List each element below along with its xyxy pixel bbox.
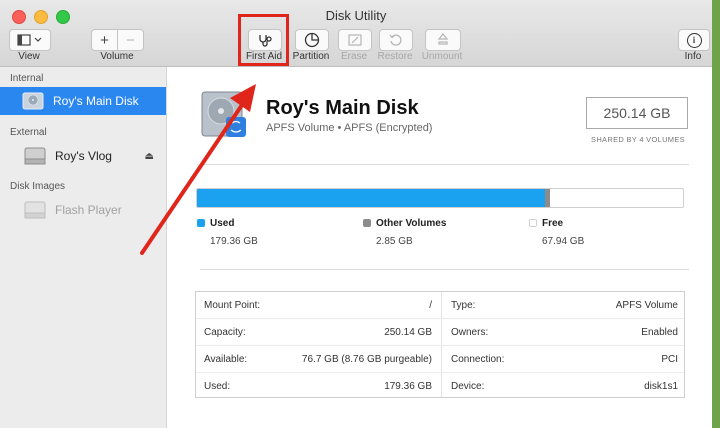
legend-used-swatch — [197, 219, 205, 227]
sidebar-item-roys-main-disk[interactable]: Roy's Main Disk — [0, 87, 166, 115]
usage-bar-other — [545, 189, 550, 207]
window-title: Disk Utility — [325, 8, 387, 23]
erase-label: Erase — [340, 51, 368, 62]
unmount-icon — [437, 33, 449, 45]
restore-icon — [389, 34, 402, 46]
add-volume-button[interactable]: + — [91, 29, 118, 51]
sidebar-item-label: Roy's Main Disk — [53, 94, 139, 108]
info-key-type: Type: — [451, 300, 476, 311]
toolbar: Disk Utility View + − Volume First Aid P… — [0, 0, 712, 67]
legend-other-value: 2.85 GB — [376, 236, 413, 247]
sidebar-header-internal: Internal — [10, 73, 44, 84]
pie-partition-icon — [304, 32, 320, 48]
info-value-type: APFS Volume — [615, 300, 678, 311]
info-key-connection: Connection: — [451, 354, 505, 365]
main-panel: Roy's Main Disk APFS Volume • APFS (Encr… — [167, 67, 712, 428]
sidebar-header-external: External — [10, 127, 47, 138]
info-table: Mount Point: / Capacity: 250.14 GB Avail… — [195, 291, 685, 398]
info-value-mount-point: / — [429, 300, 432, 311]
info-key-available: Available: — [204, 354, 248, 365]
info-key-capacity: Capacity: — [204, 327, 246, 338]
info-key-used: Used: — [204, 381, 231, 392]
restore-button[interactable] — [379, 29, 413, 51]
disk-subtitle: APFS Volume • APFS (Encrypted) — [266, 122, 433, 134]
sidebar-item-flash-player[interactable]: Flash Player — [0, 196, 166, 224]
internal-hard-disk-icon — [201, 91, 246, 137]
row-divider — [196, 372, 684, 373]
divider — [200, 269, 689, 270]
info-key-mount-point: Mount Point: — [204, 300, 261, 311]
legend-free-label: Free — [542, 218, 564, 229]
sidebar-header-disk-images: Disk Images — [10, 181, 66, 192]
unmount-label: Unmount — [421, 51, 463, 62]
view-label: View — [18, 51, 40, 62]
info-value-owners: Enabled — [641, 327, 678, 338]
partition-label: Partition — [292, 51, 330, 62]
restore-label: Restore — [377, 51, 413, 62]
row-divider — [196, 345, 684, 346]
info-value-capacity: 250.14 GB — [384, 327, 432, 338]
info-value-available: 76.7 GB (8.76 GB purgeable) — [301, 354, 432, 365]
legend-other-label: Other Volumes — [376, 218, 447, 229]
usage-bar — [196, 188, 684, 208]
eject-icon[interactable]: ⏏ — [145, 151, 154, 162]
view-button[interactable] — [9, 29, 51, 51]
row-divider — [196, 318, 684, 319]
usage-bar-used — [197, 189, 545, 207]
legend-used-label: Used — [210, 218, 235, 229]
internal-disk-icon — [22, 92, 44, 110]
disk-image-icon — [24, 201, 46, 219]
sidebar-item-label: Flash Player — [55, 203, 122, 217]
first-aid-highlight-box — [238, 14, 289, 66]
desktop-background — [712, 0, 720, 428]
plus-icon: + — [100, 31, 109, 49]
info-value-device: disk1s1 — [644, 381, 678, 392]
sidebar-view-icon — [17, 34, 42, 46]
info-button[interactable]: i — [678, 29, 710, 51]
divider — [200, 164, 689, 165]
info-key-owners: Owners: — [451, 327, 489, 338]
capacity-box: 250.14 GB — [586, 97, 688, 129]
legend-other-swatch — [363, 219, 371, 227]
info-label: Info — [684, 51, 702, 62]
external-disk-icon — [24, 147, 46, 165]
legend-used-value: 179.36 GB — [210, 236, 258, 247]
legend-free-swatch — [529, 219, 537, 227]
shared-volumes-note: SHARED BY 4 VOLUMES — [591, 135, 685, 144]
info-icon: i — [686, 32, 702, 48]
info-value-connection: PCI — [661, 354, 678, 365]
info-value-used: 179.36 GB — [384, 381, 432, 392]
erase-button[interactable] — [338, 29, 372, 51]
legend-free-value: 67.94 GB — [542, 236, 585, 247]
sidebar: Internal Roy's Main Disk External Roy's … — [0, 67, 167, 428]
sidebar-item-roys-vlog[interactable]: Roy's Vlog ⏏ — [0, 142, 166, 170]
unmount-button[interactable] — [425, 29, 461, 51]
disk-title: Roy's Main Disk — [266, 97, 419, 119]
info-key-device: Device: — [451, 381, 485, 392]
disk-utility-window: Disk Utility View + − Volume First Aid P… — [0, 0, 712, 428]
eraser-icon — [348, 34, 362, 46]
minus-icon: − — [126, 31, 135, 49]
remove-volume-button[interactable]: − — [117, 29, 144, 51]
volume-label: Volume — [100, 51, 134, 62]
sidebar-item-label: Roy's Vlog — [55, 149, 112, 163]
partition-button[interactable] — [295, 29, 329, 51]
